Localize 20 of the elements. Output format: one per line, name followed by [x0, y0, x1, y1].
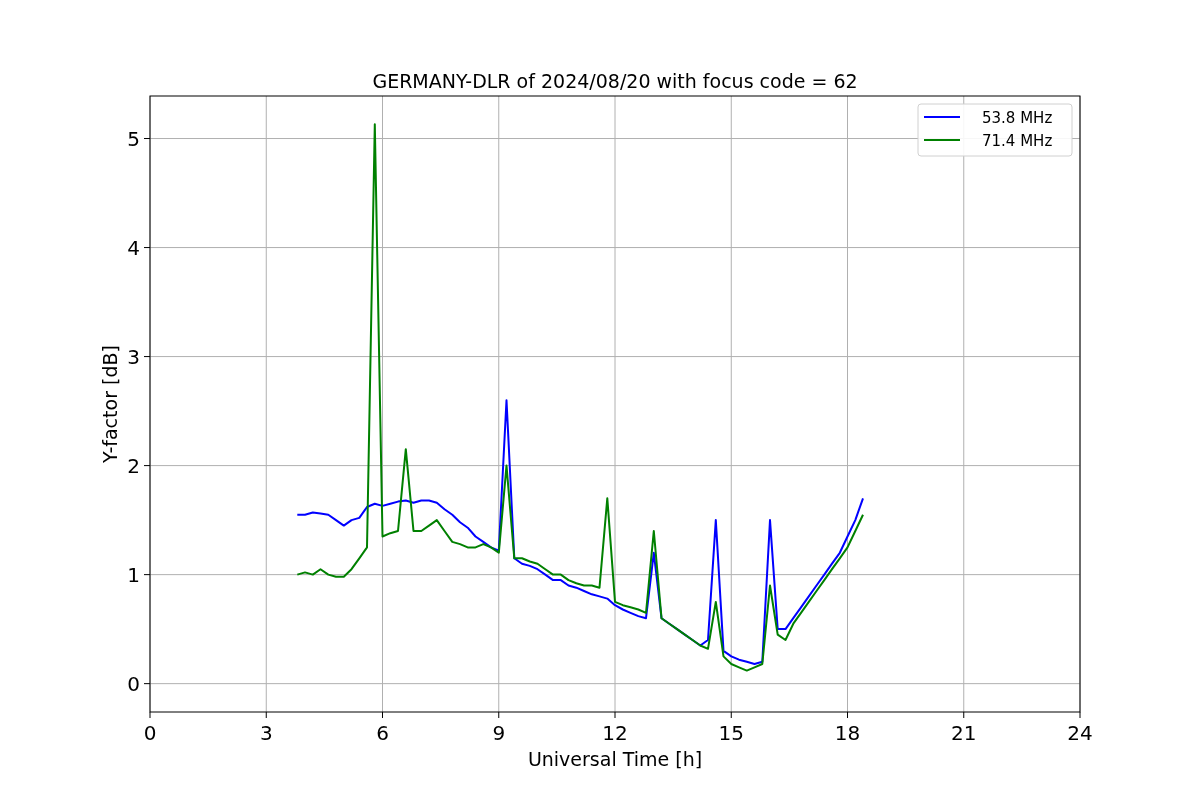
x-tick-label: 9	[492, 721, 506, 745]
y-tick-label: 1	[127, 562, 140, 587]
y-axis-label: Y-factor [dB]	[99, 345, 121, 463]
x-tick-label: 0	[143, 721, 157, 745]
chart-title: GERMANY-DLR of 2024/08/20 with focus code = 62	[372, 70, 858, 92]
x-tick-label: 18	[834, 721, 861, 745]
x-tick-label: 12	[602, 721, 628, 745]
x-tick-label: 6	[376, 721, 389, 745]
y-tick-label: 0	[127, 671, 140, 696]
x-axis-label: Universal Time [h]	[527, 748, 703, 770]
y-tick-label: 5	[127, 126, 140, 151]
x-tick-label: 24	[1067, 721, 1093, 745]
x-tick-label: 15	[718, 721, 744, 745]
y-tick-label: 4	[127, 235, 140, 260]
legend-label: 71.4 MHz	[982, 132, 1053, 150]
y-tick-label: 2	[127, 453, 140, 478]
x-tick-label: 3	[259, 721, 273, 745]
x-tick-label: 21	[951, 721, 977, 745]
legend-label: 53.8 MHz	[982, 109, 1053, 127]
y-tick-label: 3	[127, 344, 140, 369]
